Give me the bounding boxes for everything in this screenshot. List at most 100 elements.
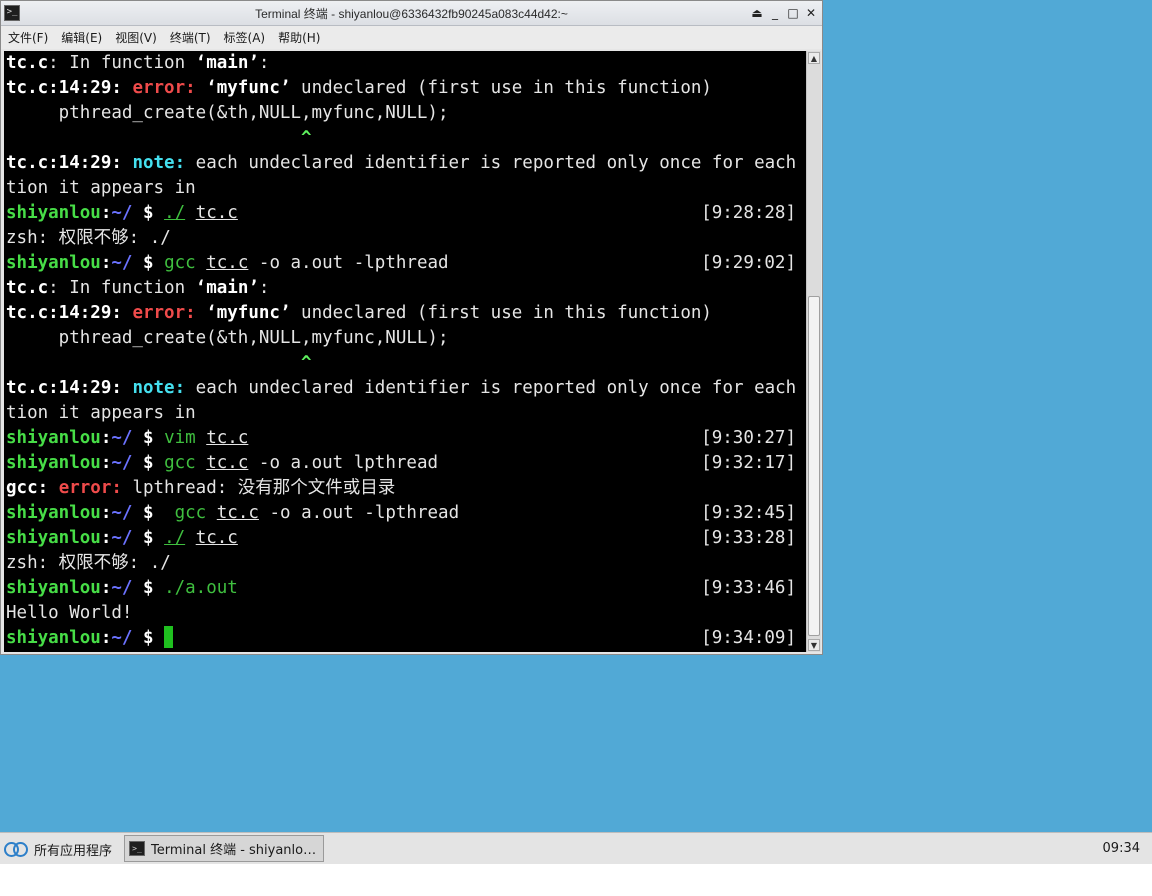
gcc-prefix: gcc: [6,478,49,498]
menu-file[interactable]: 文件(F) [8,29,48,46]
in-function-text: : In function [48,278,196,298]
scroll-up-icon[interactable]: ▲ [808,52,820,64]
scroll-down-icon[interactable]: ▼ [808,639,820,651]
title-bar[interactable]: >_ Terminal 终端 - shiyanlou@6336432fb9024… [1,1,822,26]
caret-line: ^ [6,128,312,148]
all-apps-button[interactable]: 所有应用程序 [4,836,112,862]
timestamp: [9:29:02] [701,253,796,273]
timestamp: [9:28:28] [701,203,796,223]
caret-line: ^ [6,353,312,373]
menu-view[interactable]: 视图(V) [115,29,157,46]
prompt-user: shiyanlou [6,578,101,598]
prompt-user: shiyanlou [6,503,101,523]
text-cursor[interactable] [164,626,174,648]
prompt-dir: ~/ [111,253,133,273]
output-line: gcc: error: lpthread: 没有那个文件或目录 [6,476,395,501]
timestamp: [9:32:17] [701,453,796,473]
prompt-symbol: $ [132,628,165,648]
menu-help[interactable]: 帮助(H) [278,29,320,46]
menu-bar: 文件(F) 编辑(E) 视图(V) 终端(T) 标签(A) 帮助(H) [1,26,822,49]
prompt-line: shiyanlou:~/ $ ./ tc.c [6,201,238,226]
note-location: tc.c:14:29: [6,378,122,398]
all-apps-label: 所有应用程序 [34,843,113,859]
timestamp: [9:34:09] [701,628,796,648]
prompt-line: shiyanlou:~/ $ gcc tc.c -o a.out -lpthre… [6,501,459,526]
error-location: tc.c:14:29: [6,303,122,323]
terminal-line: tc.c:14:29: note: each undeclared identi… [6,376,806,401]
note-label: note: [121,378,196,398]
taskbar-terminal-label: Terminal 终端 - shiyanlo… [151,843,317,858]
command-arg: tc.c [216,503,259,523]
terminal-line: tc.c:14:29: error: ‘myfunc’ undeclared (… [6,301,712,326]
colon: : [258,278,270,298]
command-rest: -o a.out -lpthread [258,503,460,523]
command-rest: -o a.out lpthread [248,453,439,473]
screen-bottom-strip [0,864,1152,896]
prompt-dir: ~/ [111,528,133,548]
note-message: each undeclared identifier is reported o… [195,378,806,398]
in-function-text: : In function [48,53,196,73]
command-arg: tc.c [206,428,249,448]
prompt-line: shiyanlou:~/ $ ./a.out [6,576,238,601]
command: ./a.out [164,578,238,598]
prompt-sep: : [100,528,112,548]
note-continuation: tion it appears in [6,403,196,423]
function-name: ‘main’ [195,278,259,298]
prompt-symbol: $ [132,503,165,523]
output-line: Hello World! [6,603,133,623]
command-arg: tc.c [195,528,238,548]
terminal-icon: >_ [129,841,145,856]
menu-tabs[interactable]: 标签(A) [224,29,266,46]
maximize-button[interactable]: □ [785,4,801,22]
prompt-user: shiyanlou [6,428,101,448]
minimize-button[interactable]: _ [767,4,783,22]
vertical-scrollbar[interactable]: ▲ ▼ [806,51,821,652]
command: gcc [174,503,207,523]
timestamp: [9:30:27] [701,428,796,448]
menu-edit[interactable]: 编辑(E) [61,29,102,46]
colon: : [258,53,270,73]
output-line: zsh: 权限不够: ./ [6,553,171,573]
command: gcc [164,453,196,473]
taskbar-terminal-button[interactable]: >_ Terminal 终端 - shiyanlo… [124,835,324,862]
prompt-sep: : [100,428,112,448]
window-title: Terminal 终端 - shiyanlou@6336432fb90245a0… [255,7,568,21]
close-button[interactable]: ✕ [803,4,819,22]
menu-terminal[interactable]: 终端(T) [170,29,211,46]
timestamp: [9:32:45] [701,503,796,523]
prompt-line: shiyanlou:~/ $ ./ tc.c [6,526,238,551]
prompt-dir: ~/ [111,453,133,473]
prompt-user: shiyanlou [6,628,101,648]
code-line: pthread_create(&th,NULL,myfunc,NULL); [6,103,449,123]
prompt-symbol: $ [132,203,165,223]
error-label: error: [121,78,207,98]
terminal-window: >_ Terminal 终端 - shiyanlou@6336432fb9024… [0,0,823,655]
output-line: zsh: 权限不够: ./ [6,228,171,248]
command: gcc [164,253,196,273]
shade-button[interactable]: ⏏ [749,4,765,22]
timestamp: [9:33:28] [701,528,796,548]
prompt-line: shiyanlou:~/ $ gcc tc.c -o a.out -lpthre… [6,251,449,276]
prompt-user: shiyanlou [6,203,101,223]
error-message: lpthread: 没有那个文件或目录 [132,478,396,498]
note-label: note: [121,153,196,173]
prompt-sep: : [100,628,112,648]
note-continuation: tion it appears in [6,178,196,198]
error-identifier: ‘myfunc’ [206,78,291,98]
prompt-line: shiyanlou:~/ $ [6,626,174,651]
prompt-line: shiyanlou:~/ $ vim tc.c [6,426,248,451]
apps-menu-icon [4,840,28,858]
prompt-sep: : [100,578,112,598]
error-identifier: ‘myfunc’ [206,303,291,323]
scroll-thumb[interactable] [808,296,820,636]
prompt-line: shiyanlou:~/ $ gcc tc.c -o a.out lpthrea… [6,451,438,476]
command-arg: tc.c [206,453,249,473]
clock[interactable]: 09:34 [1103,841,1140,856]
terminal-output[interactable]: tc.c: In function ‘main’: tc.c:14:29: er… [4,51,806,652]
command-rest: -o a.out -lpthread [248,253,449,273]
terminal-line: tc.c: In function ‘main’: [6,51,269,76]
prompt-sep: : [100,453,112,473]
prompt-symbol: $ [132,453,165,473]
command-arg: tc.c [206,253,249,273]
prompt-user: shiyanlou [6,528,101,548]
